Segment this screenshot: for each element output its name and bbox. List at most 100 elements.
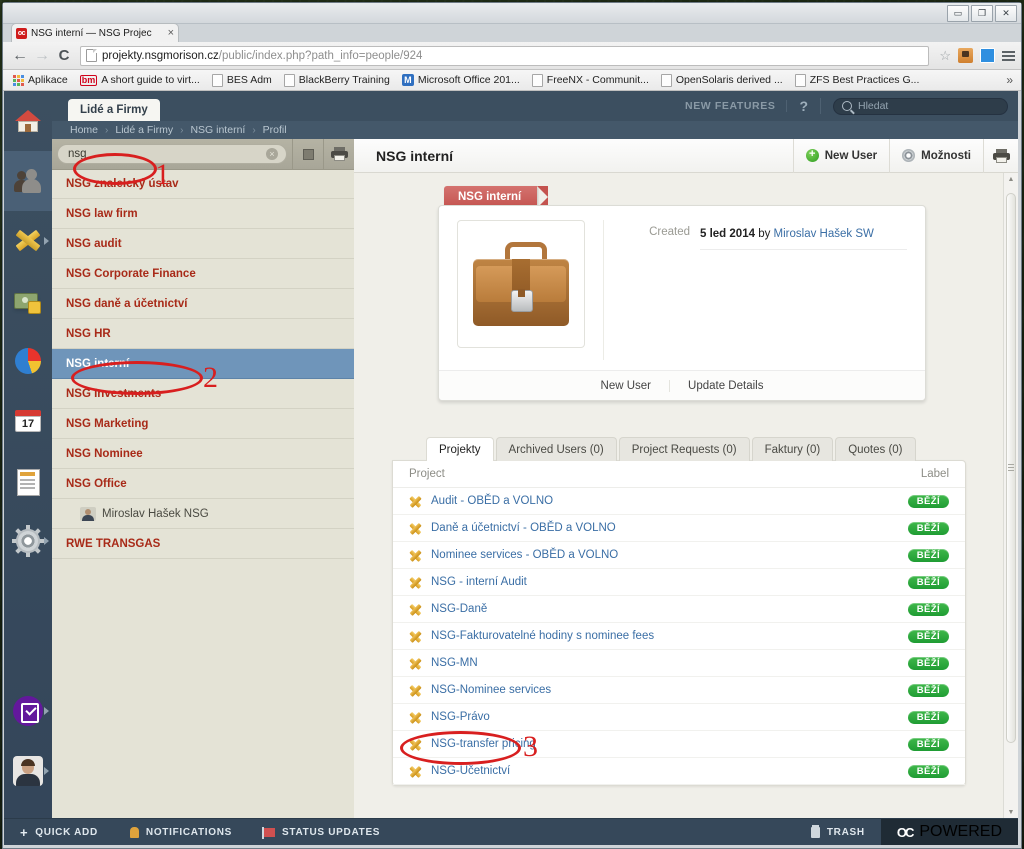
list-item[interactable]: NSG Marketing <box>52 409 354 439</box>
close-icon[interactable]: ✕ <box>995 5 1017 22</box>
table-row[interactable]: NSG-Nominee services BĚŽÍ <box>393 677 965 704</box>
browser-menu-icon[interactable] <box>1002 50 1015 61</box>
bookmarks-overflow-icon[interactable]: » <box>1006 73 1016 87</box>
minimize-icon[interactable]: ▭ <box>947 5 969 22</box>
bookmark-microsoft-office[interactable]: M Microsoft Office 201... <box>397 73 525 87</box>
tab-project-requests[interactable]: Project Requests (0) <box>618 437 750 461</box>
bookmark-opensolaris[interactable]: OpenSolaris derived ... <box>656 73 788 88</box>
rail-item-reports[interactable] <box>4 331 52 391</box>
project-name[interactable]: Audit - OBĚD a VOLNO <box>431 495 879 507</box>
rail-item-finance[interactable] <box>4 271 52 331</box>
extension-mail-icon[interactable] <box>980 48 995 63</box>
table-row[interactable]: NSG-Daně BĚŽÍ <box>393 596 965 623</box>
forward-icon[interactable]: → <box>31 45 53 67</box>
table-row[interactable]: Nominee services - OBĚD a VOLNO BĚŽÍ <box>393 542 965 569</box>
main-scrollbar[interactable]: ▲ ▼ <box>1003 173 1018 819</box>
scroll-up-icon[interactable]: ▲ <box>1004 173 1018 186</box>
card-new-user-link[interactable]: New User <box>583 380 669 392</box>
tab-archived-users[interactable]: Archived Users (0) <box>495 437 617 461</box>
bookmark-zfs[interactable]: ZFS Best Practices G... <box>790 73 925 88</box>
new-features-link[interactable]: NEW FEATURES <box>685 100 788 112</box>
tab-faktury[interactable]: Faktury (0) <box>751 437 834 461</box>
rail-item-home[interactable] <box>4 91 52 151</box>
rail-item-people[interactable] <box>4 151 52 211</box>
project-name[interactable]: NSG-Fakturovatelné hodiny s nominee fees <box>431 630 879 642</box>
project-name[interactable]: NSG-MN <box>431 657 879 669</box>
rail-item-settings[interactable] <box>4 511 52 571</box>
breadcrumb-nsg-interni[interactable]: NSG interní <box>190 124 245 136</box>
view-toggle-button[interactable] <box>292 139 323 169</box>
breadcrumb-profil[interactable]: Profil <box>263 124 287 136</box>
trash-button[interactable]: TRASH <box>795 819 881 845</box>
print-button[interactable] <box>323 139 354 169</box>
table-row[interactable]: NSG-MN BĚŽÍ <box>393 650 965 677</box>
project-name[interactable]: NSG-Daně <box>431 603 879 615</box>
bookmark-label: ZFS Best Practices G... <box>809 74 920 86</box>
tab-quotes[interactable]: Quotes (0) <box>835 437 916 461</box>
breadcrumb-lide-a-firmy[interactable]: Lidé a Firmy <box>115 124 173 136</box>
rail-item-projects[interactable] <box>4 211 52 271</box>
back-icon[interactable]: ← <box>9 45 31 67</box>
project-name[interactable]: Nominee services - OBĚD a VOLNO <box>431 549 879 561</box>
table-row[interactable]: NSG - interní Audit BĚŽÍ <box>393 569 965 596</box>
project-name[interactable]: NSG-Účetnictví <box>431 765 879 777</box>
address-bar[interactable]: projekty.nsgmorison.cz/public/index.php?… <box>80 45 930 66</box>
bookmark-star-icon[interactable]: ☆ <box>939 48 951 64</box>
tab-lide-a-firmy[interactable]: Lidé a Firmy <box>68 99 160 121</box>
list-item[interactable]: NSG Office <box>52 469 354 499</box>
global-search-input[interactable]: Hledat <box>833 97 1008 115</box>
project-nsg-pravo[interactable]: NSG-Právo BĚŽÍ <box>393 704 965 731</box>
project-icon <box>409 657 422 670</box>
status-badge: BĚŽÍ <box>907 656 949 670</box>
list-item[interactable]: NSG audit <box>52 229 354 259</box>
people-item-label: NSG Nominee <box>66 447 143 460</box>
list-item[interactable]: NSG daně a účetnictví <box>52 289 354 319</box>
breadcrumb-home[interactable]: Home <box>70 124 98 136</box>
options-button[interactable]: Možnosti <box>889 139 983 173</box>
browser-tab[interactable]: oc NSG interní — NSG Projec × <box>11 23 179 42</box>
tab-close-icon[interactable]: × <box>168 27 174 39</box>
print-page-button[interactable] <box>983 139 1018 173</box>
profile-avatar-box <box>457 220 585 348</box>
status-badge: BĚŽÍ <box>907 494 949 508</box>
tab-projekty[interactable]: Projekty <box>426 437 494 461</box>
reload-icon[interactable]: C <box>53 45 75 67</box>
project-name[interactable]: NSG - interní Audit <box>431 576 879 588</box>
bookmark-bes-adm[interactable]: BES Adm <box>207 73 277 88</box>
table-row[interactable]: Daně a účetnictví - OBĚD a VOLNO BĚŽÍ <box>393 515 965 542</box>
list-item[interactable]: RWE TRANSGAS <box>52 529 354 559</box>
bookmark-blackberry-training[interactable]: BlackBerry Training <box>279 73 395 88</box>
bookmark-freenx[interactable]: FreeNX - Communit... <box>527 73 654 88</box>
list-item[interactable]: NSG HR <box>52 319 354 349</box>
list-item[interactable]: NSG Nominee <box>52 439 354 469</box>
rail-spacer <box>4 571 52 681</box>
list-item[interactable]: NSG Corporate Finance <box>52 259 354 289</box>
list-item[interactable]: Miroslav Hašek NSG <box>52 499 354 529</box>
help-icon[interactable]: ? <box>787 98 821 114</box>
project-name[interactable]: Daně a účetnictví - OBĚD a VOLNO <box>431 522 879 534</box>
quick-add-button[interactable]: + QUICK ADD <box>4 819 114 845</box>
project-name[interactable]: NSG-Nominee services <box>431 684 879 696</box>
notifications-button[interactable]: NOTIFICATIONS <box>114 819 248 845</box>
card-update-details-link[interactable]: Update Details <box>669 379 781 392</box>
rail-item-calendar[interactable]: 17 <box>4 391 52 451</box>
address-bar-url: projekty.nsgmorison.cz/public/index.php?… <box>102 50 422 62</box>
rail-item-documents[interactable] <box>4 451 52 511</box>
bookmark-short-guide[interactable]: bm A short guide to virt... <box>75 73 205 87</box>
project-name[interactable]: NSG-Právo <box>431 711 879 723</box>
people-list: NSG znalelcký ústav NSG law firm NSG aud… <box>52 169 354 819</box>
restore-icon[interactable]: ❐ <box>971 5 993 22</box>
scrollbar-thumb[interactable] <box>1006 193 1016 743</box>
table-row[interactable]: Audit - OBĚD a VOLNO BĚŽÍ <box>393 488 965 515</box>
bookmark-apps[interactable]: Aplikace <box>8 73 73 87</box>
clear-search-icon[interactable]: × <box>266 148 278 160</box>
list-item[interactable]: NSG law firm <box>52 199 354 229</box>
rail-item-user-avatar[interactable] <box>4 741 52 801</box>
extension-icon-1[interactable] <box>958 48 973 63</box>
status-updates-button[interactable]: STATUS UPDATES <box>248 819 396 845</box>
rail-item-tasks[interactable] <box>4 681 52 741</box>
new-user-button[interactable]: + New User <box>792 139 889 173</box>
table-row[interactable]: NSG-Fakturovatelné hodiny s nominee fees… <box>393 623 965 650</box>
created-by-link[interactable]: Miroslav Hašek SW <box>774 228 874 240</box>
powered-badge[interactable]: OC POWERED <box>880 819 1018 845</box>
